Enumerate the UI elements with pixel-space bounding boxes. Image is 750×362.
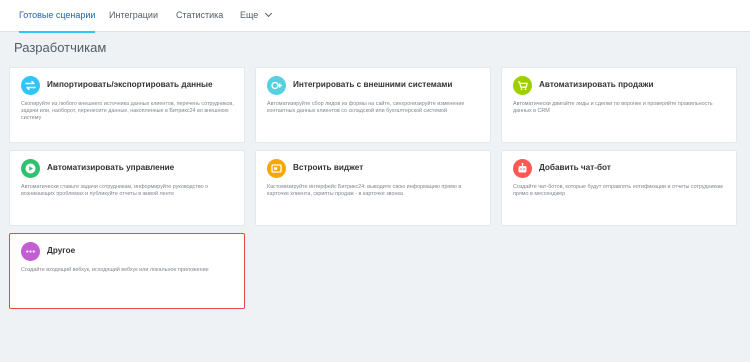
card-description: Кастомизируйте интерфейс Битрикс24: выво… (267, 184, 462, 197)
cart-icon (513, 76, 532, 95)
card-description: Автоматизируйте сбор лидов из формы на с… (267, 101, 465, 114)
integration-icon (267, 76, 286, 95)
chevron-down-icon (264, 9, 272, 18)
widget-icon (267, 159, 286, 178)
card-other[interactable]: Другое Создайте входящий вебхук, исходящ… (9, 233, 245, 309)
chatbot-icon (513, 159, 532, 178)
card-description: Автоматически ставьте задачи сотрудникам… (21, 184, 209, 197)
tab-label: Еще (240, 10, 259, 20)
card-description: Автоматически двигайте лиды и сделки по … (513, 101, 713, 114)
card-title: Автоматизировать управление (47, 163, 175, 172)
card-embed-widget[interactable]: Встроить виджет Кастомизируйте интерфейс… (255, 150, 491, 226)
page-title: Разработчикам (14, 40, 107, 55)
card-integrate-external[interactable]: Интегрировать с внешними системами Автом… (255, 67, 491, 143)
card-title: Встроить виджет (293, 163, 364, 172)
card-title: Добавить чат-бот (539, 163, 611, 172)
tab-label: Готовые сценарии (19, 10, 96, 20)
tab-more[interactable]: Еще (240, 0, 272, 32)
more-icon (21, 242, 40, 261)
card-description: Создайте входящий вебхук, исходящий вебх… (21, 267, 209, 273)
card-title: Автоматизировать продажи (539, 80, 654, 89)
card-add-chatbot[interactable]: Добавить чат-бот Создайте чат-ботов, кот… (501, 150, 737, 226)
top-tab-bar: Готовые сценарии Интеграции Статистика Е… (0, 0, 750, 33)
tab-integrations[interactable]: Интеграции (109, 0, 158, 32)
tab-ready-scenarios[interactable]: Готовые сценарии (19, 0, 96, 33)
tab-label: Статистика (176, 10, 224, 20)
card-automate-sales[interactable]: Автоматизировать продажи Автоматически д… (501, 67, 737, 143)
play-icon (21, 159, 40, 178)
import-export-icon (21, 76, 40, 95)
card-import-export[interactable]: Импортировать/экспортировать данные Скоп… (9, 67, 245, 143)
card-description: Скопируйте из любого внешнего источника … (21, 101, 234, 121)
card-automate-management[interactable]: Автоматизировать управление Автоматическ… (9, 150, 245, 226)
card-title: Интегрировать с внешними системами (293, 80, 453, 89)
card-description: Создайте чат-ботов, которые будут отправ… (513, 184, 723, 197)
tab-statistics[interactable]: Статистика (176, 0, 223, 32)
card-title: Импортировать/экспортировать данные (47, 80, 213, 89)
card-title: Другое (47, 246, 76, 255)
tab-label: Интеграции (109, 10, 158, 20)
